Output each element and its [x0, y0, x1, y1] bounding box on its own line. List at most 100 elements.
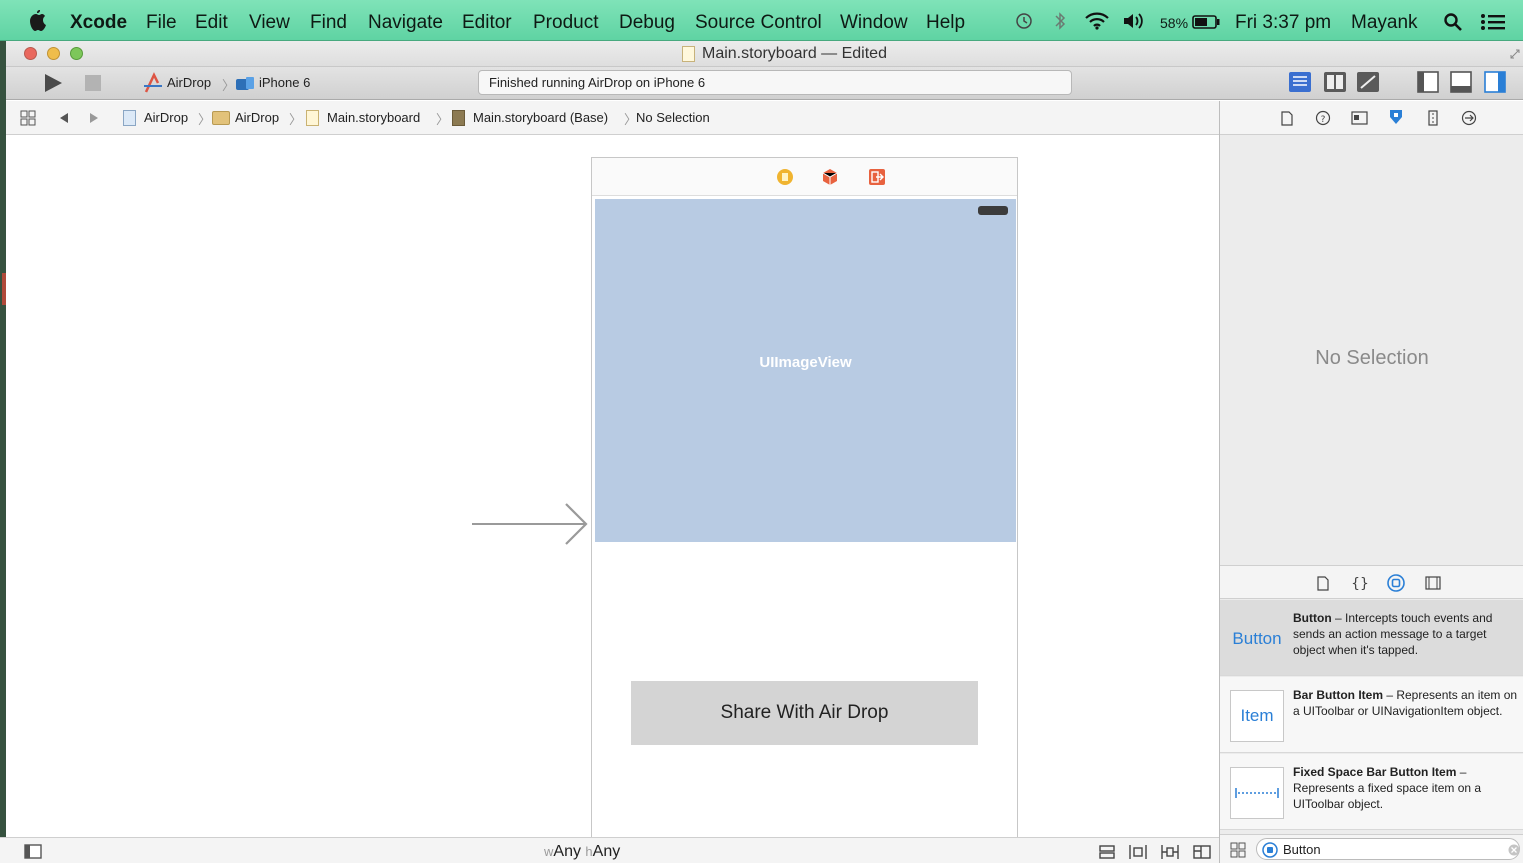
library-filter-input[interactable]: Button: [1256, 838, 1520, 860]
attributes-inspector-icon[interactable]: [1387, 108, 1405, 126]
media-library-icon[interactable]: [1425, 576, 1441, 590]
storyboard-file-icon: [682, 46, 695, 62]
breadcrumb-selection[interactable]: No Selection: [636, 110, 710, 125]
breadcrumb-file[interactable]: Main.storyboard: [327, 110, 420, 125]
window-title-bar[interactable]: Main.storyboard — Edited: [0, 41, 1523, 67]
document-outline-toggle-icon[interactable]: [24, 844, 42, 859]
image-view[interactable]: UIImageView: [595, 199, 1016, 542]
back-arrow-icon[interactable]: [58, 112, 70, 124]
share-with-airdrop-button[interactable]: Share With Air Drop: [631, 681, 978, 745]
size-class-control[interactable]: wAny hAny: [544, 843, 620, 861]
storyboard-file-icon: [306, 110, 319, 126]
file-template-library-icon[interactable]: [1317, 576, 1329, 591]
breadcrumb-separator-icon: 〉: [289, 112, 303, 127]
canvas-bottom-bar: wAny hAny: [0, 837, 1219, 863]
debug-area-toggle-icon[interactable]: [1450, 71, 1472, 93]
fixed-space-icon: [1235, 788, 1279, 798]
initial-view-controller-arrow-icon[interactable]: [470, 500, 592, 548]
notification-center-icon[interactable]: [1480, 13, 1506, 31]
library-item-description: Fixed Space Bar Button Item – Represents…: [1293, 764, 1519, 812]
device-icon: [236, 77, 254, 90]
utilities-toggle-icon[interactable]: [1484, 71, 1506, 93]
stop-button[interactable]: [83, 73, 103, 93]
menu-app-name[interactable]: Xcode: [70, 12, 127, 34]
menu-editor[interactable]: Editor: [462, 12, 512, 34]
menu-debug[interactable]: Debug: [619, 12, 675, 34]
minimize-window-icon[interactable]: [47, 47, 60, 60]
connections-inspector-icon[interactable]: [1461, 110, 1477, 126]
volume-icon[interactable]: [1122, 12, 1146, 30]
forward-arrow-icon[interactable]: [88, 112, 100, 124]
status-bar-battery-icon: [978, 206, 1008, 215]
menu-source-control[interactable]: Source Control: [695, 12, 822, 34]
resolve-auto-layout-icon[interactable]: [1192, 844, 1212, 860]
version-editor-icon[interactable]: [1356, 71, 1380, 93]
view-controller-scene[interactable]: UIImageView Share With Air Drop: [591, 157, 1018, 847]
menu-product[interactable]: Product: [533, 12, 598, 34]
clear-filter-icon[interactable]: [1508, 844, 1520, 856]
menu-edit[interactable]: Edit: [195, 12, 228, 34]
navigator-toggle-icon[interactable]: [1417, 71, 1439, 93]
menu-user[interactable]: Mayank: [1351, 12, 1418, 34]
library-item-name: Fixed Space Bar Button Item: [1293, 765, 1457, 779]
localized-file-icon: [452, 110, 465, 126]
menu-view[interactable]: View: [249, 12, 290, 34]
breadcrumb-project[interactable]: AirDrop: [144, 110, 188, 125]
library-item-bar-button-item[interactable]: Item Bar Button Item – Represents an ite…: [1220, 677, 1523, 753]
assistant-editor-icon[interactable]: [1323, 71, 1347, 93]
object-library-icon[interactable]: [1387, 574, 1405, 592]
code-snippet-library-icon[interactable]: {}: [1351, 575, 1369, 591]
file-inspector-icon[interactable]: [1281, 111, 1293, 126]
library-grid-view-icon[interactable]: [1230, 842, 1246, 858]
utilities-panel: ? No Selection {} Button Button – Interc…: [1219, 101, 1523, 863]
standard-editor-icon[interactable]: [1288, 71, 1312, 93]
quick-help-icon[interactable]: ?: [1315, 110, 1331, 126]
folder-icon: [212, 111, 230, 125]
battery-percent: 58%: [1160, 15, 1189, 31]
wifi-icon[interactable]: [1084, 12, 1110, 30]
size-inspector-icon[interactable]: [1427, 110, 1439, 126]
breadcrumb-base[interactable]: Main.storyboard (Base): [473, 110, 608, 125]
library-tabs: {}: [1220, 565, 1523, 599]
activity-status-field: Finished running AirDrop on iPhone 6: [478, 70, 1072, 95]
zoom-window-icon[interactable]: [70, 47, 83, 60]
apple-icon[interactable]: [28, 10, 48, 32]
library-item-fixed-space-bar-button-item[interactable]: Fixed Space Bar Button Item – Represents…: [1220, 754, 1523, 830]
menu-file[interactable]: File: [146, 12, 177, 34]
bluetooth-icon[interactable]: [1054, 11, 1066, 31]
view-controller-icon[interactable]: [776, 168, 794, 186]
run-button[interactable]: [42, 73, 64, 93]
fullscreen-icon[interactable]: [1510, 49, 1520, 59]
time-machine-icon[interactable]: [1014, 12, 1034, 30]
stack-icon[interactable]: [1098, 844, 1116, 860]
scheme-name[interactable]: AirDrop: [167, 75, 211, 90]
exit-icon[interactable]: [868, 168, 886, 186]
pin-icon[interactable]: [1160, 844, 1180, 860]
menu-navigate[interactable]: Navigate: [368, 12, 443, 34]
size-class-width: Any: [553, 843, 581, 860]
first-responder-icon[interactable]: [821, 168, 839, 186]
image-view-label: UIImageView: [759, 354, 852, 371]
edge-marker: [2, 273, 6, 305]
related-items-icon[interactable]: [20, 110, 36, 126]
spotlight-search-icon[interactable]: [1443, 12, 1463, 32]
window-edge: [0, 41, 6, 863]
breadcrumb-group[interactable]: AirDrop: [235, 110, 279, 125]
close-window-icon[interactable]: [24, 47, 37, 60]
destination-device[interactable]: iPhone 6: [259, 75, 310, 90]
scheme-separator-icon: 〉: [222, 78, 236, 93]
library-item-description: Bar Button Item – Represents an item on …: [1293, 687, 1519, 719]
menu-help[interactable]: Help: [926, 12, 965, 34]
library-item-button[interactable]: Button Button – Intercepts touch events …: [1220, 600, 1523, 676]
size-class-width-prefix: w: [544, 844, 554, 859]
library-item-thumbnail: Button: [1232, 629, 1282, 648]
menu-window[interactable]: Window: [840, 12, 908, 34]
menu-bar: Xcode File Edit View Find Navigate Edito…: [0, 0, 1523, 41]
align-icon[interactable]: [1128, 844, 1148, 860]
battery-icon[interactable]: [1192, 15, 1220, 29]
project-file-icon: [123, 110, 136, 126]
inspector-tabs: ?: [1220, 101, 1523, 135]
menu-clock[interactable]: Fri 3:37 pm: [1235, 12, 1331, 34]
identity-inspector-icon[interactable]: [1351, 111, 1368, 125]
menu-find[interactable]: Find: [310, 12, 347, 34]
